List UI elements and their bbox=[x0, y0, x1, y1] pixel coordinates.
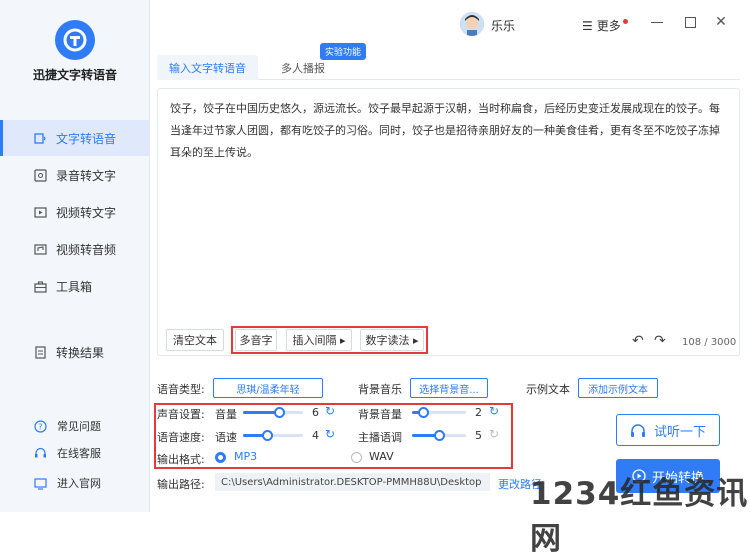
sidebar-item-label: 文字转语音 bbox=[56, 131, 117, 146]
reset-volume-icon[interactable]: ↻ bbox=[325, 404, 335, 418]
mp3-label: MP3 bbox=[234, 450, 258, 463]
text-editor[interactable]: 饺子，饺子在中国历史悠久，源远流长。饺子最早起源于汉朝，当时称扁食，后经历史变迁… bbox=[157, 88, 740, 356]
maximize-icon bbox=[684, 16, 696, 28]
footer-link-label: 进入官网 bbox=[57, 477, 101, 490]
tone-label: 主播语调 bbox=[358, 431, 402, 444]
bg-volume-value: 2 bbox=[475, 406, 482, 419]
editor-content[interactable]: 饺子，饺子在中国历史悠久，源远流长。饺子最早起源于汉朝，当时称扁食，后经历史变迁… bbox=[170, 98, 728, 164]
headset-icon bbox=[34, 447, 47, 460]
rate-slider[interactable] bbox=[243, 430, 303, 441]
number-reading-button[interactable]: 数字读法 ▸ bbox=[360, 329, 424, 351]
char-counter: 108 / 3000 bbox=[682, 337, 737, 348]
footer-link-label: 在线客服 bbox=[57, 447, 101, 460]
sidebar-item-label: 工具箱 bbox=[56, 279, 93, 294]
bg-volume-label: 背景音量 bbox=[358, 408, 402, 421]
wav-label: WAV bbox=[369, 450, 394, 463]
volume-label: 音量 bbox=[215, 408, 237, 421]
help-icon: ? bbox=[34, 419, 47, 433]
video-audio-icon bbox=[34, 243, 47, 256]
sidebar-item-label: 视频转文字 bbox=[56, 205, 117, 220]
bgm-label: 背景音乐 bbox=[358, 383, 402, 396]
add-sample-button[interactable]: 添加示例文本 bbox=[578, 378, 658, 398]
minimize-button[interactable] bbox=[649, 14, 665, 30]
watermark: 1234红鱼资讯网 bbox=[530, 476, 749, 557]
notification-dot bbox=[622, 19, 628, 24]
more-label: 更多 bbox=[596, 19, 621, 33]
text-to-speech-icon bbox=[34, 132, 47, 145]
sidebar-item-label: 转换结果 bbox=[56, 345, 105, 360]
tone-value: 5 bbox=[475, 429, 482, 442]
rate-label: 语速 bbox=[215, 431, 237, 444]
redo-icon[interactable]: ↷ bbox=[654, 333, 666, 349]
tab-text-input[interactable]: 输入文字转语音 bbox=[157, 55, 258, 80]
voice-type-select[interactable]: 思琪/温柔年轻 bbox=[213, 378, 323, 398]
minimize-icon bbox=[651, 21, 663, 23]
bg-volume-slider[interactable] bbox=[412, 407, 466, 418]
sidebar-item-label: 视频转音频 bbox=[56, 242, 117, 257]
footer-link-label: 常见问题 bbox=[57, 420, 101, 433]
svg-text:?: ? bbox=[38, 422, 42, 431]
close-button[interactable]: ✕ bbox=[713, 14, 729, 30]
polyphone-button[interactable]: 多音字 bbox=[235, 329, 277, 351]
experimental-badge: 实验功能 bbox=[320, 43, 367, 60]
rate-value: 4 bbox=[312, 429, 319, 442]
video-icon bbox=[34, 206, 47, 219]
sound-settings-label: 声音设置: bbox=[157, 408, 205, 421]
wav-radio[interactable] bbox=[351, 452, 362, 463]
format-label: 输出格式: bbox=[157, 453, 205, 466]
hamburger-icon: ☰ bbox=[582, 18, 593, 33]
sidebar-item-results[interactable]: 转换结果 bbox=[0, 334, 150, 370]
app-name: 迅捷文字转语音 bbox=[32, 68, 117, 82]
toolbox-icon bbox=[34, 280, 47, 293]
headphones-icon bbox=[630, 423, 646, 437]
sample-label: 示例文本 bbox=[526, 383, 570, 396]
recording-icon bbox=[34, 168, 47, 182]
sidebar-item-recording-to-text[interactable]: 录音转文字 bbox=[0, 157, 150, 193]
path-label: 输出路径: bbox=[157, 478, 205, 491]
reset-tone-icon[interactable]: ↻ bbox=[489, 427, 499, 441]
output-path-field[interactable]: C:\Users\Administrator.DESKTOP-PMMH88U\D… bbox=[215, 473, 490, 491]
voice-type-label: 语音类型: bbox=[157, 383, 205, 396]
reset-bg-volume-icon[interactable]: ↻ bbox=[489, 404, 499, 418]
listen-button[interactable]: 试听一下 bbox=[616, 414, 720, 446]
username[interactable]: 乐乐 bbox=[491, 17, 515, 34]
speed-settings-label: 语音速度: bbox=[157, 431, 205, 444]
maximize-button[interactable] bbox=[682, 14, 698, 30]
volume-value: 6 bbox=[312, 406, 319, 419]
sidebar-item-video-to-text[interactable]: 视频转文字 bbox=[0, 194, 150, 230]
undo-icon[interactable]: ↶ bbox=[632, 333, 644, 349]
listen-label: 试听一下 bbox=[653, 424, 706, 440]
website-icon bbox=[34, 477, 47, 490]
mp3-radio[interactable] bbox=[215, 452, 226, 463]
app-logo bbox=[55, 20, 95, 60]
avatar[interactable] bbox=[460, 12, 484, 36]
sidebar-item-video-to-audio[interactable]: 视频转音频 bbox=[0, 231, 150, 267]
footer-link-faq[interactable]: ? 常见问题 bbox=[34, 418, 101, 434]
sidebar-item-toolbox[interactable]: 工具箱 bbox=[0, 268, 150, 304]
sidebar: 迅捷文字转语音 文字转语音 录音转文字 视频转文字 视频转音频 工具箱 转换结果… bbox=[0, 0, 150, 512]
footer-link-support[interactable]: 在线客服 bbox=[34, 445, 101, 461]
more-menu-button[interactable]: ☰ 更多 bbox=[582, 17, 628, 34]
footer-link-website[interactable]: 进入官网 bbox=[34, 475, 101, 491]
close-icon: ✕ bbox=[715, 14, 727, 30]
bgm-select[interactable]: 选择背景音... bbox=[410, 378, 488, 398]
reset-rate-icon[interactable]: ↻ bbox=[325, 427, 335, 441]
sidebar-item-text-to-speech[interactable]: 文字转语音 bbox=[0, 120, 150, 156]
tab-bar: 输入文字转语音 多人播报 bbox=[157, 52, 740, 80]
insert-pause-button[interactable]: 插入间隔 ▸ bbox=[286, 329, 352, 351]
result-icon bbox=[34, 345, 47, 359]
clear-text-button[interactable]: 清空文本 bbox=[166, 329, 224, 351]
sidebar-item-label: 录音转文字 bbox=[56, 168, 117, 183]
tone-slider[interactable] bbox=[412, 430, 466, 441]
volume-slider[interactable] bbox=[243, 407, 303, 418]
